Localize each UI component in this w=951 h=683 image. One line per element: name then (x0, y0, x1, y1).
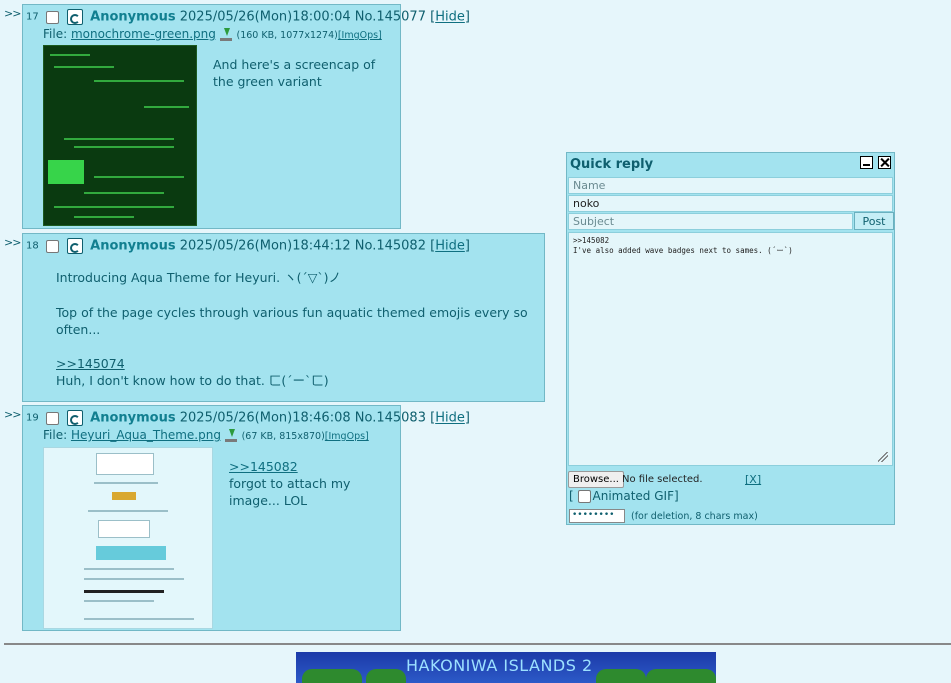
animated-gif-checkbox[interactable] (577, 490, 591, 503)
post-header: 18 Anonymous 2025/05/26(Mon)18:44:12 No.… (26, 238, 470, 254)
delete-checkbox[interactable] (45, 10, 59, 24)
message-line: Top of the page cycles through various f… (56, 305, 528, 337)
post-message: >>145082 forgot to attach my image... LO… (229, 458, 350, 509)
post-datetime: 2025/05/26(Mon)18:00:04 (179, 9, 351, 25)
post-number: 18 (26, 240, 39, 252)
close-icon[interactable] (878, 156, 891, 169)
reply-arrows: >> (4, 408, 21, 421)
post-no-link[interactable]: No.145082 (355, 239, 426, 254)
message-line: And here's a screencap of (213, 57, 376, 72)
reply-arrows: >> (4, 7, 21, 20)
quick-reply-title[interactable]: Quick reply (570, 157, 653, 172)
email-field[interactable] (568, 195, 893, 212)
file-info: (67 KB, 815x870) (241, 431, 325, 442)
animated-gif-option: [ Animated GIF] (569, 489, 679, 503)
clear-file-link[interactable]: [X] (745, 473, 761, 486)
quick-reply-window: Quick reply Post >>145082 I've also adde… (566, 152, 895, 525)
minimize-icon[interactable] (860, 156, 873, 169)
name-field[interactable] (568, 177, 893, 194)
file-line: File: monochrome-green.png (160 KB, 1077… (43, 27, 382, 41)
bracket: ] (464, 9, 470, 25)
poster-name: Anonymous (90, 238, 176, 254)
imgops-link[interactable]: [ImgOps] (325, 431, 369, 442)
hide-link[interactable]: Hide (435, 10, 465, 25)
banner-ad[interactable]: HAKONIWA ISLANDS 2 (296, 652, 716, 683)
quote-link[interactable]: >>145074 (56, 355, 125, 372)
post-number: 17 (26, 11, 39, 23)
message-line: forgot to attach my (229, 476, 351, 491)
file-label: File: (43, 27, 71, 41)
message-line: image... LOL (229, 493, 308, 508)
post-header: 19 Anonymous 2025/05/26(Mon)18:46:08 No.… (26, 410, 470, 426)
divider (4, 643, 951, 645)
poster-name: Anonymous (90, 410, 176, 426)
post-number: 19 (26, 412, 39, 424)
hide-link[interactable]: Hide (435, 239, 465, 254)
post-header: 17 Anonymous 2025/05/26(Mon)18:00:04 No.… (26, 9, 470, 25)
reply-post-17: 17 Anonymous 2025/05/26(Mon)18:00:04 No.… (22, 4, 470, 229)
delete-checkbox[interactable] (45, 411, 59, 425)
post-datetime: 2025/05/26(Mon)18:44:12 (179, 238, 351, 254)
comment-textarea[interactable]: >>145082 I've also added wave badges nex… (568, 232, 893, 466)
wave-icon (67, 9, 84, 25)
banner-title: HAKONIWA ISLANDS 2 (406, 656, 593, 675)
file-line: File: Heyuri_Aqua_Theme.png (67 KB, 815x… (43, 428, 369, 442)
password-note: (for deletion, 8 chars max) (631, 511, 758, 522)
subject-field[interactable] (568, 213, 853, 230)
bracket: [ (569, 489, 574, 503)
browse-button[interactable]: Browse... (568, 471, 624, 488)
wave-icon (67, 238, 84, 254)
post-no-link[interactable]: No.145077 (355, 10, 426, 25)
message-line: Huh, I don't know how to do that. ㄈ(´ー`ㄈ… (56, 373, 329, 388)
post-datetime: 2025/05/26(Mon)18:46:08 (179, 410, 351, 426)
wave-icon (67, 410, 84, 426)
file-info: (160 KB, 1077x1274) (236, 30, 338, 41)
delete-checkbox[interactable] (45, 239, 59, 253)
post-button[interactable]: Post (854, 212, 894, 230)
resize-grip-icon[interactable] (878, 452, 888, 462)
file-status: No file selected. (622, 474, 703, 485)
reply-arrows: >> (4, 236, 21, 249)
quote-link[interactable]: >>145082 (229, 458, 350, 475)
poster-name: Anonymous (90, 9, 176, 25)
animated-gif-label: Animated GIF] (592, 489, 679, 503)
bracket: ] (464, 238, 470, 254)
file-link[interactable]: monochrome-green.png (71, 27, 216, 41)
imgops-link[interactable]: [ImgOps] (338, 30, 382, 41)
message-line: the green variant (213, 74, 322, 89)
thumbnail-image[interactable] (43, 447, 213, 629)
message-line: Introducing Aqua Theme for Heyuri. ヽ(´▽`… (56, 270, 341, 285)
download-icon[interactable] (219, 28, 233, 41)
post-no-link[interactable]: No.145083 (355, 411, 426, 426)
thumbnail-image[interactable] (43, 45, 197, 226)
file-link[interactable]: Heyuri_Aqua_Theme.png (71, 428, 221, 442)
post-message: And here's a screencap of the green vari… (213, 56, 375, 90)
password-field[interactable]: •••••••• (569, 509, 625, 523)
reply-post-19: 19 Anonymous 2025/05/26(Mon)18:46:08 No.… (22, 405, 470, 631)
file-label: File: (43, 428, 71, 442)
download-icon[interactable] (224, 429, 238, 442)
hide-link[interactable]: Hide (435, 411, 465, 426)
bracket: ] (464, 410, 470, 426)
reply-post-18: 18 Anonymous 2025/05/26(Mon)18:44:12 No.… (22, 233, 545, 402)
